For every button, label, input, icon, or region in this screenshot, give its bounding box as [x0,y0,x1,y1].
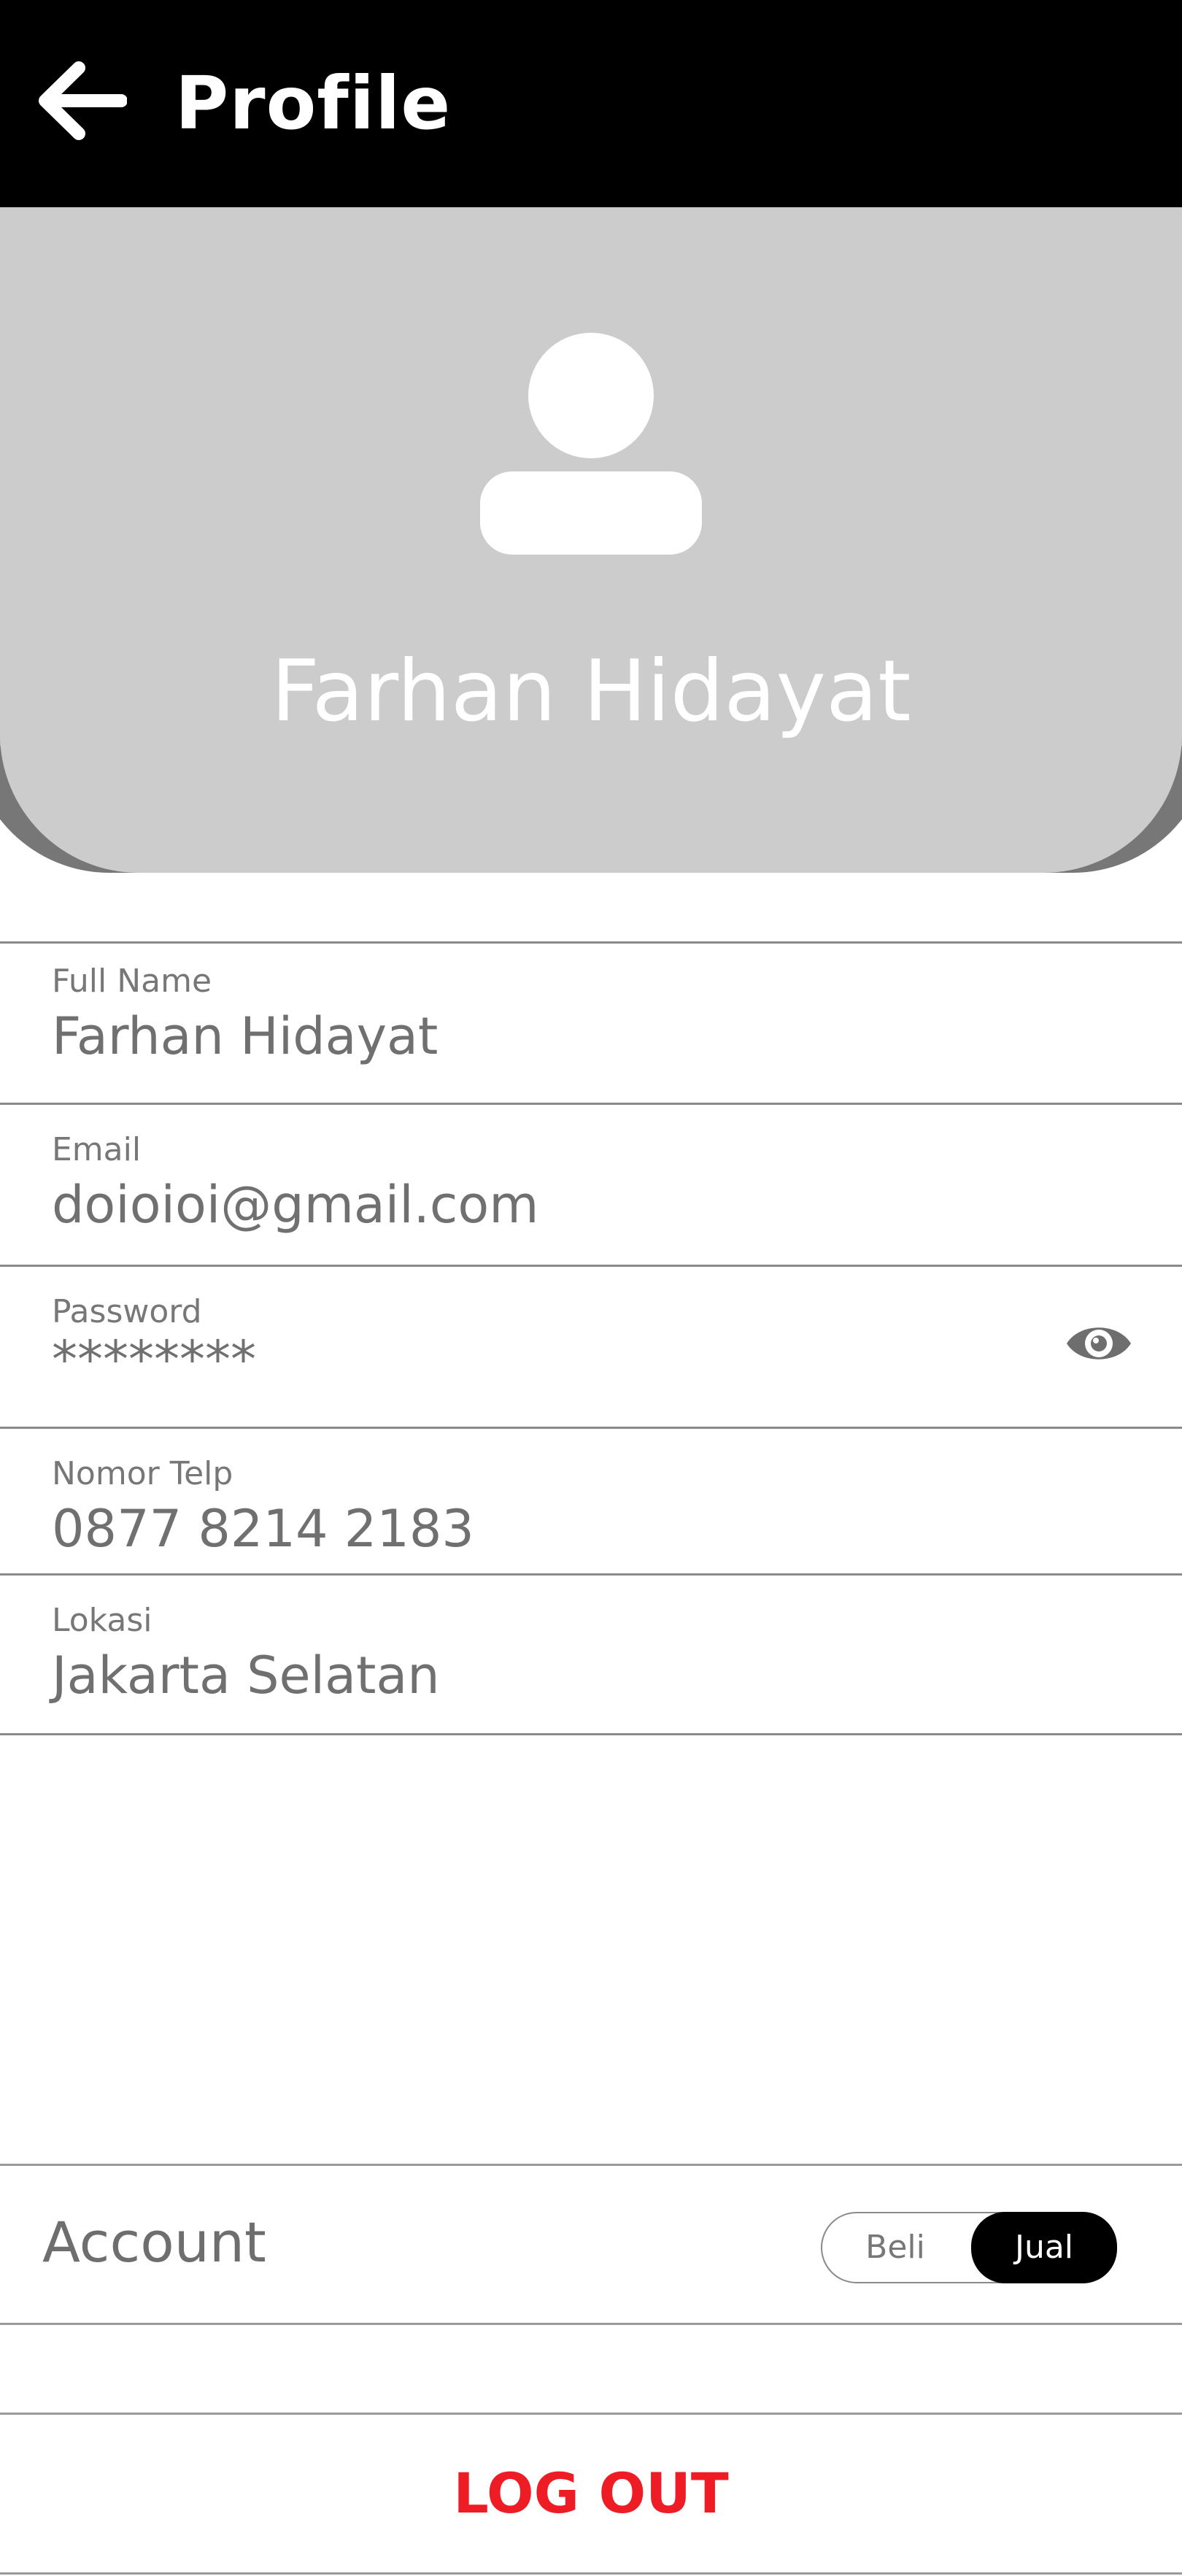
email-field[interactable]: Email doioioi@gmail.com [0,1103,1182,1265]
password-label: Password [52,1293,202,1330]
phone-value[interactable]: 0877 8214 2183 [52,1499,474,1559]
location-field[interactable]: Lokasi Jakarta Selatan [0,1573,1182,1735]
account-type-toggle[interactable]: Beli Jual [821,2212,1117,2283]
email-value[interactable]: doioioi@gmail.com [52,1175,538,1235]
phone-field[interactable]: Nomor Telp 0877 8214 2183 [0,1427,1182,1575]
app-bar: Profile [0,0,1182,207]
profile-name: Farhan Hidayat [271,642,911,741]
arrow-left-icon [39,61,127,140]
account-label: Account [42,2210,266,2275]
location-value[interactable]: Jakarta Selatan [52,1646,440,1705]
email-label: Email [52,1131,142,1168]
profile-screen: Profile Farhan Hidayat Full Name Farhan … [0,0,1182,2576]
eye-icon [1067,1327,1131,1360]
full-name-value[interactable]: Farhan Hidayat [52,1006,438,1066]
full-name-label: Full Name [52,963,212,1000]
avatar [474,325,708,559]
password-value[interactable]: ******** [52,1330,256,1389]
back-button[interactable] [34,57,128,144]
account-row: Account Beli Jual [0,2164,1182,2325]
full-name-field[interactable]: Full Name Farhan Hidayat [0,941,1182,1103]
password-field[interactable]: Password ******** [0,1265,1182,1427]
toggle-option-beli[interactable]: Beli [822,2213,968,2282]
show-password-button[interactable] [1062,1307,1135,1380]
user-avatar-icon [480,333,702,555]
page-title: Profile [175,61,452,146]
logout-button[interactable]: LOG OUT [0,2413,1182,2575]
location-label: Lokasi [52,1602,152,1639]
phone-label: Nomor Telp [52,1455,233,1492]
toggle-option-jual[interactable]: Jual [971,2212,1117,2283]
